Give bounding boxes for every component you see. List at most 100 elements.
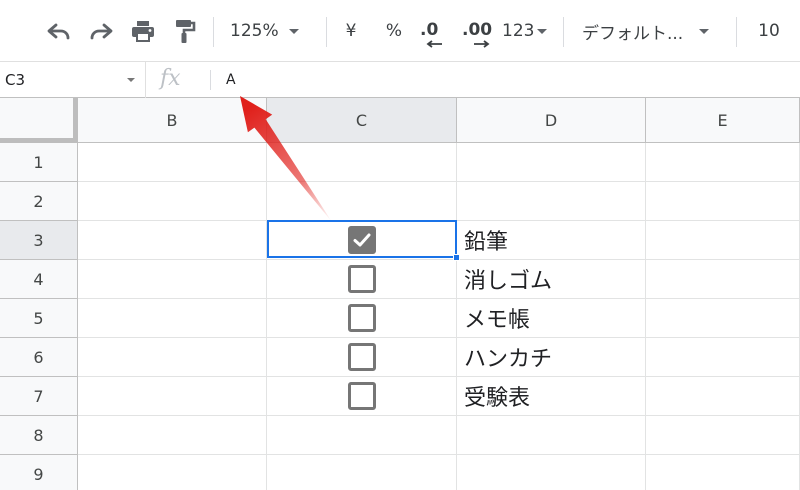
item-label: メモ帳 [464, 308, 531, 333]
zoom-select[interactable]: 125% [230, 14, 314, 48]
cell-e4[interactable] [646, 260, 800, 299]
cell-c9[interactable] [267, 455, 457, 490]
name-box-value: C3 [5, 71, 26, 89]
column-header-e[interactable]: E [646, 98, 800, 143]
row-header[interactable]: 6 [0, 338, 78, 377]
row-header[interactable]: 7 [0, 377, 78, 416]
toolbar-separator [326, 17, 327, 47]
cell-c1[interactable] [267, 143, 457, 182]
toolbar-separator [736, 17, 737, 47]
cell-e8[interactable] [646, 416, 800, 455]
row-header[interactable]: 3 [0, 221, 78, 260]
checkbox[interactable] [347, 382, 376, 410]
print-icon [130, 19, 156, 43]
cell-b2[interactable] [78, 182, 267, 221]
cell-e2[interactable] [646, 182, 800, 221]
fx-icon: fx [160, 66, 181, 91]
chevron-down-icon [699, 28, 710, 34]
cell-d6[interactable]: ハンカチ [457, 338, 646, 377]
decrease-decimal-button[interactable]: .0 [418, 14, 450, 48]
cell-c2[interactable] [267, 182, 457, 221]
cell-d2[interactable] [457, 182, 646, 221]
currency-format-button[interactable]: ¥ [338, 14, 364, 48]
row-header[interactable]: 4 [0, 260, 78, 299]
toolbar: 125% ¥ % .0 .00 123 デフォルト... 10 [0, 0, 800, 62]
cell-d1[interactable] [457, 143, 646, 182]
item-label: 消しゴム [464, 269, 553, 294]
formula-separator [210, 70, 211, 90]
cell-d5[interactable]: メモ帳 [457, 299, 646, 338]
cell-c7[interactable] [267, 377, 457, 416]
more-formats-button[interactable]: 123 [502, 14, 550, 48]
cell-e1[interactable] [646, 143, 800, 182]
row-header[interactable]: 8 [0, 416, 78, 455]
cell-d4[interactable]: 消しゴム [457, 260, 646, 299]
font-family-select[interactable]: デフォルト... [582, 14, 722, 48]
column-header-b[interactable]: B [78, 98, 267, 143]
formula-input[interactable]: A [226, 62, 786, 98]
currency-label: ¥ [345, 21, 357, 41]
cell-b5[interactable] [78, 299, 267, 338]
cell-c5[interactable] [267, 299, 457, 338]
checkbox[interactable] [347, 265, 376, 293]
spreadsheet-grid: B C D E 1 2 3 鉛筆 4 消しゴム 5 メモ帳 6 ハンカチ 7 受験表 8 9 [0, 98, 800, 490]
arrow-right-icon [474, 40, 490, 48]
font-size-value: 10 [758, 21, 780, 41]
name-box[interactable]: C3 [0, 62, 146, 98]
paint-format-button[interactable] [168, 14, 202, 48]
row-header[interactable]: 9 [0, 455, 78, 490]
increase-decimal-button[interactable]: .00 [460, 14, 496, 48]
more-formats-label: 123 [502, 21, 535, 41]
chevron-down-icon [537, 28, 548, 34]
checkbox-checked[interactable] [347, 226, 376, 254]
redo-button[interactable] [84, 14, 118, 48]
select-all-corner[interactable] [0, 98, 78, 143]
undo-button[interactable] [42, 14, 76, 48]
row-header[interactable]: 5 [0, 299, 78, 338]
increase-decimal-label: .00 [462, 20, 493, 40]
cell-e7[interactable] [646, 377, 800, 416]
item-label: 鉛筆 [464, 230, 509, 255]
cell-d8[interactable] [457, 416, 646, 455]
cell-b1[interactable] [78, 143, 267, 182]
cell-d3[interactable]: 鉛筆 [457, 221, 646, 260]
font-family-value: デフォルト... [582, 23, 684, 44]
row-header[interactable]: 1 [0, 143, 78, 182]
cell-c8[interactable] [267, 416, 457, 455]
formula-value: A [226, 72, 236, 88]
item-label: ハンカチ [464, 347, 553, 372]
cell-e3[interactable] [646, 221, 800, 260]
paint-format-icon [173, 18, 197, 44]
chevron-down-icon [127, 78, 135, 82]
cell-b9[interactable] [78, 455, 267, 490]
cell-e5[interactable] [646, 299, 800, 338]
percent-format-button[interactable]: % [380, 14, 408, 48]
toolbar-separator [213, 17, 214, 47]
toolbar-separator [563, 17, 564, 47]
cell-b6[interactable] [78, 338, 267, 377]
cell-d9[interactable] [457, 455, 646, 490]
chevron-down-icon [288, 28, 299, 34]
cell-c4[interactable] [267, 260, 457, 299]
row-header[interactable]: 2 [0, 182, 78, 221]
column-header-d[interactable]: D [457, 98, 646, 143]
item-label: 受験表 [464, 386, 531, 411]
cell-e6[interactable] [646, 338, 800, 377]
zoom-value: 125% [230, 21, 279, 41]
checkbox[interactable] [347, 343, 376, 371]
redo-icon [88, 21, 114, 41]
print-button[interactable] [126, 14, 160, 48]
cell-b4[interactable] [78, 260, 267, 299]
decrease-decimal-label: .0 [420, 20, 439, 40]
column-header-c[interactable]: C [267, 98, 457, 143]
cell-e9[interactable] [646, 455, 800, 490]
checkbox[interactable] [347, 304, 376, 332]
cell-b3[interactable] [78, 221, 267, 260]
cell-b8[interactable] [78, 416, 267, 455]
cell-c3[interactable] [267, 221, 457, 260]
formula-bar: C3 fx A [0, 62, 800, 98]
cell-d7[interactable]: 受験表 [457, 377, 646, 416]
cell-b7[interactable] [78, 377, 267, 416]
cell-c6[interactable] [267, 338, 457, 377]
font-size-select[interactable]: 10 [752, 14, 786, 48]
